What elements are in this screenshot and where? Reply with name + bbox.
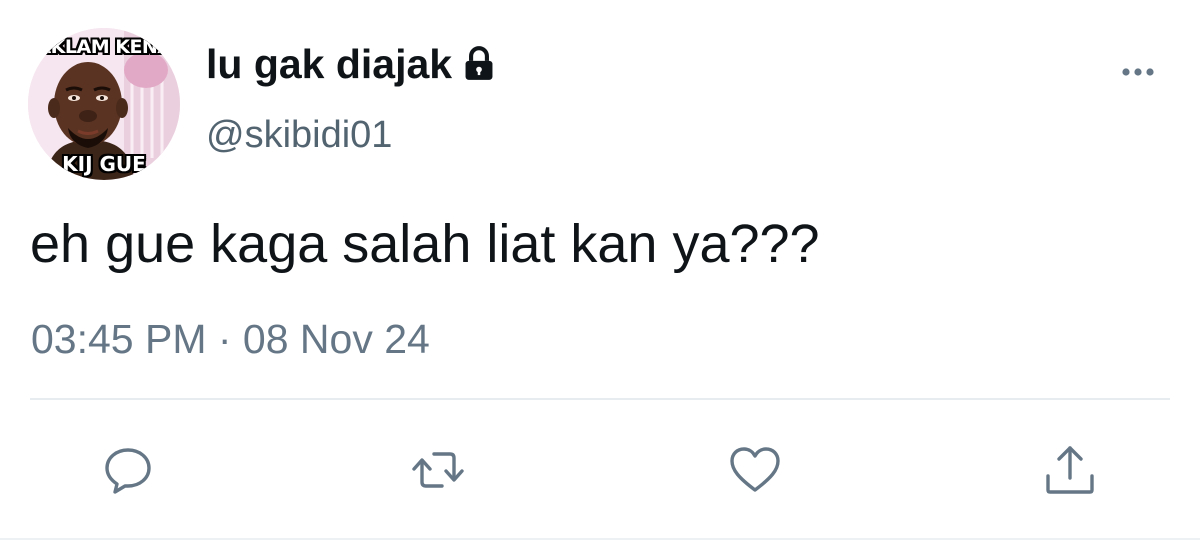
retweet-icon [412, 452, 464, 488]
tweet-text: eh gue kaga salah liat kan ya??? [30, 214, 820, 274]
timestamp[interactable]: 03:45 PM · 08 Nov 24 [31, 314, 430, 364]
display-name[interactable]: lu gak diajak [206, 40, 452, 88]
bottom-divider [0, 538, 1200, 540]
share-icon [1046, 446, 1094, 494]
avatar-caption-bottom: KIJ GUE [62, 152, 146, 176]
retweet-button[interactable] [408, 440, 468, 500]
lock-icon [465, 46, 493, 80]
share-button[interactable] [1040, 440, 1100, 500]
reply-icon [105, 448, 151, 494]
display-name-row: lu gak diajak [206, 40, 498, 88]
avatar-caption-top: AKLAM KENA [36, 36, 172, 58]
more-icon[interactable] [1118, 60, 1158, 84]
like-button[interactable] [725, 440, 785, 500]
avatar[interactable]: AKLAM KENA KIJ GUE [28, 28, 180, 180]
reply-button[interactable] [98, 440, 158, 500]
divider [30, 398, 1170, 400]
handle[interactable]: @skibidi01 [206, 112, 392, 158]
tweet-card: AKLAM KENA KIJ GUE lu gak diajak @skibid… [0, 0, 1200, 557]
like-icon [730, 447, 780, 492]
